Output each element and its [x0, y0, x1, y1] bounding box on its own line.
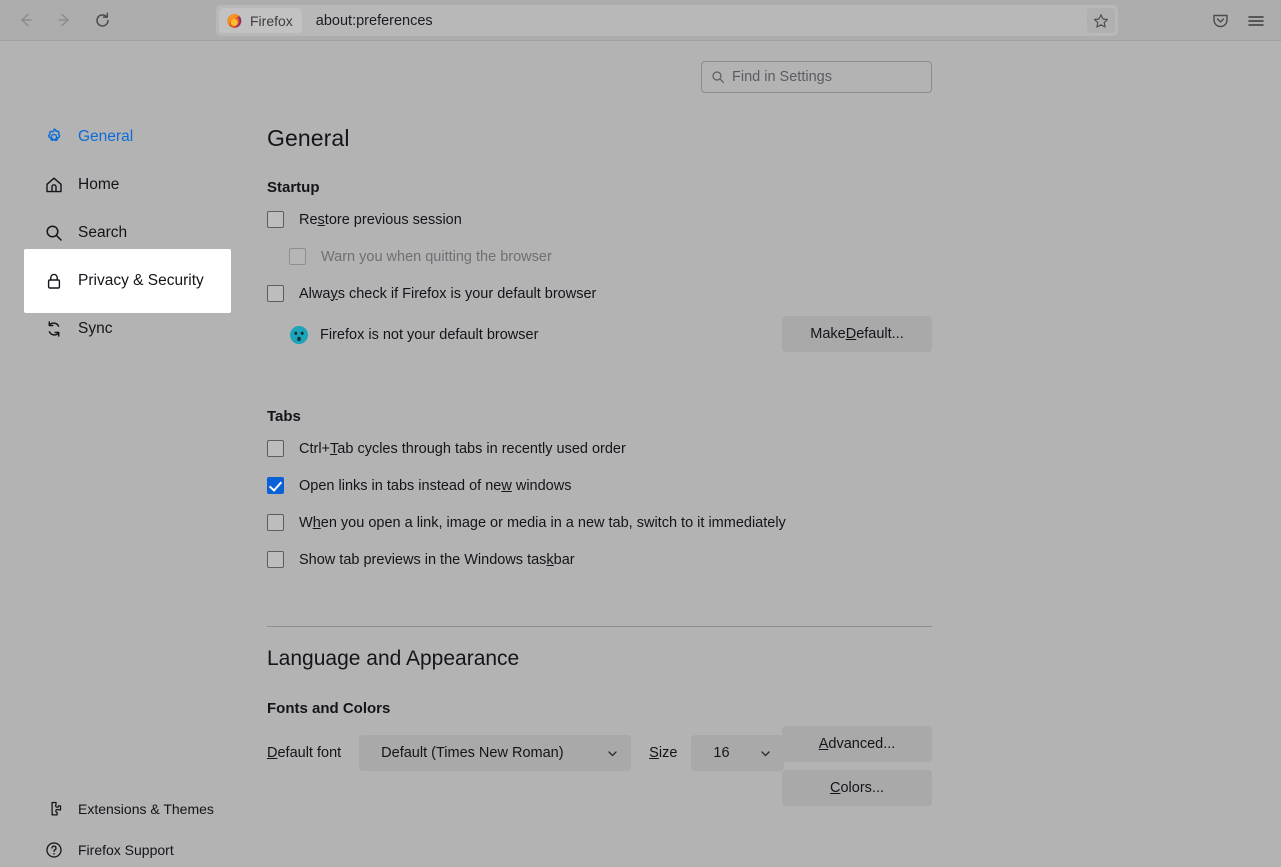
browser-toolbar: Firefox about:preferences	[0, 0, 1281, 41]
default-font-select[interactable]: Default (Times New Roman)	[359, 735, 631, 771]
puzzle-piece-icon	[44, 799, 64, 819]
pocket-icon	[1211, 11, 1230, 30]
switch-to-new-tab-row[interactable]: When you open a link, image or media in …	[267, 514, 786, 531]
home-icon	[44, 175, 64, 195]
always-check-default-checkbox[interactable]	[267, 285, 284, 302]
sidebar-item-general[interactable]: General	[24, 117, 231, 157]
sidebar-item-privacy-security[interactable]: Privacy & Security	[24, 249, 231, 313]
chevron-down-icon	[759, 747, 772, 760]
font-size-select[interactable]: 16	[691, 735, 784, 771]
font-size-label: Size	[649, 745, 677, 761]
always-check-default-row[interactable]: Always check if Firefox is your default …	[267, 285, 596, 302]
identity-chip[interactable]: Firefox	[219, 8, 302, 33]
identity-label: Firefox	[250, 13, 293, 29]
default-browser-status: Firefox is not your default browser	[289, 325, 538, 345]
tabs-heading: Tabs	[267, 408, 301, 425]
sidebar-bottom-label: Extensions & Themes	[78, 801, 214, 817]
arrow-left-icon	[17, 11, 35, 29]
tab-previews-taskbar-label: Show tab previews in the Windows taskbar	[299, 552, 575, 568]
url-bar[interactable]: Firefox about:preferences	[216, 5, 1118, 36]
restore-previous-session-checkbox[interactable]	[267, 211, 284, 228]
bookmark-button[interactable]	[1087, 8, 1115, 33]
page-title: General	[267, 125, 350, 152]
sidebar-item-label: Privacy & Security	[78, 272, 204, 290]
app-menu-button[interactable]	[1239, 5, 1273, 37]
restore-previous-session-label: Restore previous session	[299, 212, 462, 228]
preferences-sidebar: General Home Search Privacy & Security	[0, 41, 245, 860]
switch-to-new-tab-checkbox[interactable]	[267, 514, 284, 531]
default-browser-status-text: Firefox is not your default browser	[320, 327, 538, 343]
fonts-colors-heading: Fonts and Colors	[267, 700, 390, 717]
search-icon	[44, 223, 64, 243]
open-links-in-tabs-row[interactable]: Open links in tabs instead of new window…	[267, 477, 571, 494]
star-icon	[1093, 13, 1109, 29]
section-divider	[267, 626, 932, 627]
tab-previews-taskbar-row[interactable]: Show tab previews in the Windows taskbar	[267, 551, 575, 568]
sidebar-item-label: Sync	[78, 320, 112, 338]
default-font-row: Default font Default (Times New Roman) S…	[267, 735, 784, 771]
warn-on-quit-row: Warn you when quitting the browser	[289, 248, 552, 265]
sync-icon	[44, 319, 64, 339]
firefox-logo-icon	[226, 12, 243, 29]
sidebar-item-label: Search	[78, 224, 127, 242]
colors-button[interactable]: Colors...	[782, 770, 932, 806]
sidebar-bottom-label: Firefox Support	[78, 842, 174, 858]
sidebar-item-sync[interactable]: Sync	[24, 309, 231, 349]
ctrl-tab-cycles-checkbox[interactable]	[267, 440, 284, 457]
toolbar-right-buttons	[1203, 0, 1273, 41]
ctrl-tab-cycles-label: Ctrl+Tab cycles through tabs in recently…	[299, 441, 626, 457]
language-appearance-title: Language and Appearance	[267, 647, 519, 671]
tab-previews-taskbar-checkbox[interactable]	[267, 551, 284, 568]
sidebar-item-label: Home	[78, 176, 119, 194]
make-default-button[interactable]: Make Default...	[782, 316, 932, 352]
warn-on-quit-checkbox	[289, 248, 306, 265]
open-links-in-tabs-checkbox[interactable]	[267, 477, 284, 494]
warn-on-quit-label: Warn you when quitting the browser	[321, 249, 552, 265]
font-size-value: 16	[691, 745, 749, 761]
default-font-value: Default (Times New Roman)	[359, 745, 596, 761]
url-text: about:preferences	[316, 13, 433, 29]
reload-button[interactable]	[86, 4, 118, 36]
ctrl-tab-cycles-row[interactable]: Ctrl+Tab cycles through tabs in recently…	[267, 440, 626, 457]
arrow-right-icon	[55, 11, 73, 29]
startup-heading: Startup	[267, 179, 320, 196]
forward-button[interactable]	[48, 4, 80, 36]
switch-to-new-tab-label: When you open a link, image or media in …	[299, 515, 786, 531]
sidebar-item-home[interactable]: Home	[24, 165, 231, 205]
sidebar-item-search[interactable]: Search	[24, 213, 231, 253]
sidebar-item-firefox-support[interactable]: Firefox Support	[24, 833, 231, 867]
sidebar-item-label: General	[78, 128, 133, 146]
reload-icon	[93, 11, 112, 30]
restore-previous-session-row[interactable]: Restore previous session	[267, 211, 462, 228]
info-face-icon	[289, 325, 309, 345]
lock-icon	[44, 271, 64, 291]
preferences-content: General Startup Restore previous session…	[267, 41, 1281, 860]
question-circle-icon	[44, 840, 64, 860]
chevron-down-icon	[606, 747, 619, 760]
advanced-fonts-button[interactable]: Advanced...	[782, 726, 932, 762]
hamburger-menu-icon	[1246, 11, 1266, 31]
always-check-default-label: Always check if Firefox is your default …	[299, 286, 596, 302]
sidebar-item-extensions-themes[interactable]: Extensions & Themes	[24, 792, 231, 826]
gear-icon	[44, 127, 64, 147]
back-button[interactable]	[10, 4, 42, 36]
pocket-button[interactable]	[1203, 5, 1237, 37]
default-font-label: Default font	[267, 745, 341, 761]
open-links-in-tabs-label: Open links in tabs instead of new window…	[299, 478, 571, 494]
